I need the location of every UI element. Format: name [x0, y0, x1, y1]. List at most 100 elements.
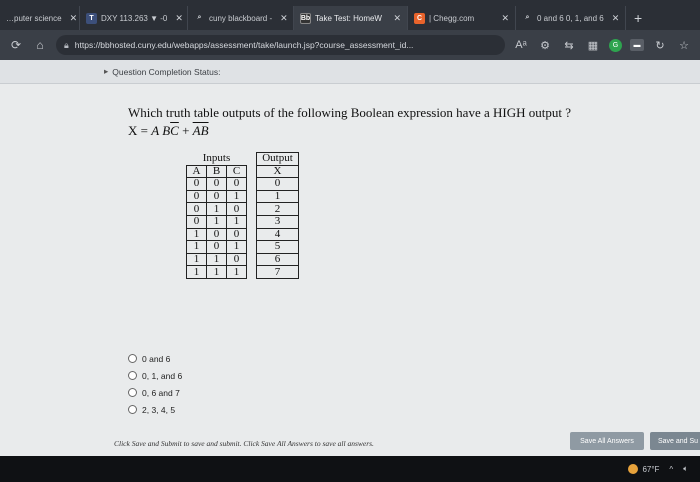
cell-c: 0 [226, 227, 247, 242]
tab-title: Take Test: HomeW [315, 13, 382, 23]
cell-b: 1 [206, 202, 227, 216]
cell-c: 1 [226, 265, 247, 279]
collections-icon[interactable]: ▦ [585, 39, 601, 52]
cell-x: 6 [256, 252, 299, 267]
temperature: 67°F [642, 464, 660, 474]
tab-title: | Chegg.com [429, 13, 475, 23]
favorites-icon[interactable]: ☆ [676, 39, 692, 52]
answer-options: 0 and 6 0, 1, and 6 0, 6 and 7 2, 3, 4, … [128, 350, 182, 418]
tab-search-answers[interactable]: ⌕ 0 and 6 0, 1, and 6 ✕ [516, 6, 626, 30]
radio-button[interactable] [128, 388, 137, 397]
cell-a: 0 [186, 177, 207, 191]
sun-icon [628, 464, 639, 474]
table-row: 1106 [186, 252, 299, 267]
translate-icon[interactable]: ⇆ [561, 39, 577, 52]
radio-button[interactable] [128, 354, 137, 363]
close-icon[interactable]: ✕ [66, 13, 78, 24]
radio-button[interactable] [128, 371, 137, 380]
cell-a: 0 [186, 202, 207, 216]
option-label: 0 and 6 [142, 353, 171, 364]
cell-x: 4 [256, 227, 299, 242]
cell-b: 0 [206, 177, 227, 191]
new-tab-icon[interactable]: + [626, 6, 650, 30]
cell-b: 1 [206, 252, 227, 267]
cell-a: 1 [186, 252, 207, 267]
table-row: 1004 [186, 227, 299, 242]
close-icon[interactable]: ✕ [389, 13, 401, 24]
cell-c: 1 [226, 189, 247, 204]
home-icon[interactable]: ⌂ [32, 38, 48, 52]
browser-toolbar: ⟳ ⌂ 🔒︎ https://bbhosted.cuny.edu/webapps… [0, 30, 700, 60]
option-3[interactable]: 2, 3, 4, 5 [128, 401, 182, 418]
col-header-a: A [186, 164, 207, 179]
expr-term-ab-bar: AB [192, 123, 209, 138]
status-label: Question Completion Status: [112, 66, 221, 77]
cell-b: 0 [206, 227, 227, 242]
cell-x: 1 [256, 189, 299, 204]
question-text: Which truth table outputs of the followi… [128, 105, 571, 120]
tab-take-test[interactable]: Bb Take Test: HomeW ✕ [294, 6, 408, 30]
inputs-header: Inputs [202, 152, 231, 165]
table-row: 1117 [186, 265, 299, 279]
cell-c: 0 [226, 202, 247, 216]
cell-a: 1 [186, 265, 207, 279]
grammarly-icon[interactable]: G [609, 38, 622, 52]
cell-b: 1 [206, 265, 227, 279]
cell-b: 1 [206, 214, 227, 229]
cell-x: 2 [256, 202, 299, 216]
cell-c: 0 [226, 252, 247, 267]
submit-instruction: Click Save and Submit to save and submit… [114, 439, 374, 448]
close-icon[interactable]: ✕ [276, 13, 288, 24]
extension-icon[interactable]: ⚙ [537, 39, 553, 52]
weather-widget[interactable]: 67°F [628, 464, 659, 474]
cell-c: 0 [226, 177, 247, 191]
close-icon[interactable]: ✕ [171, 13, 183, 24]
cell-a: 0 [186, 189, 207, 204]
table-row: 0000 [186, 177, 299, 191]
tab-chegg[interactable]: C | Chegg.com ✕ [408, 6, 516, 30]
save-and-submit-button[interactable]: Save and Su [650, 432, 700, 450]
question-completion-status[interactable]: ▸ Question Completion Status: [0, 60, 700, 84]
refresh-icon[interactable]: ⟳ [8, 38, 24, 52]
option-label: 2, 3, 4, 5 [142, 404, 176, 415]
table-row: 0102 [186, 202, 299, 216]
tradingview-icon: T [86, 12, 97, 24]
option-0[interactable]: 0 and 6 [128, 350, 182, 367]
col-header-x: X [256, 164, 299, 179]
browser-tab-strip: …puter science ✕ T DXY 113.263 ▼ -0 ✕ ⌕ … [0, 0, 700, 30]
option-1[interactable]: 0, 1, and 6 [128, 367, 182, 384]
close-icon[interactable]: ✕ [497, 13, 509, 24]
taskbar: 67°F ^ 🔈︎ [0, 456, 700, 482]
cell-a: 1 [186, 227, 207, 242]
chevron-up-icon[interactable]: ^ [669, 465, 673, 474]
tab-cuny-blackboard[interactable]: ⌕ cuny blackboard - ✕ [188, 6, 294, 30]
chegg-icon: C [414, 12, 425, 24]
truth-table: Inputs Output A B C X 0000 0011 0102 011… [186, 152, 299, 279]
calendar-icon[interactable]: ▬ [630, 39, 644, 51]
cell-x: 0 [256, 177, 299, 191]
table-row: 0011 [186, 189, 299, 204]
option-2[interactable]: 0, 6 and 7 [128, 384, 182, 401]
speaker-icon[interactable]: 🔈︎ [683, 464, 688, 474]
tab-computer-science[interactable]: …puter science ✕ [0, 6, 80, 30]
blackboard-icon: Bb [300, 12, 311, 24]
sync-icon[interactable]: ↻ [652, 39, 668, 52]
expr-term-c-bar: C [170, 123, 179, 138]
tab-title: …puter science [6, 13, 62, 23]
boolean-expression: X = A BC + AB [128, 123, 209, 138]
output-header: Output [256, 152, 299, 166]
read-aloud-icon[interactable]: Aᵃ [513, 39, 529, 51]
cell-b: 0 [206, 189, 227, 204]
tab-title: DXY 113.263 ▼ -0 [101, 13, 168, 23]
option-label: 0, 6 and 7 [142, 387, 180, 398]
lock-icon: 🔒︎ [64, 39, 69, 50]
cell-x: 3 [256, 214, 299, 229]
address-bar[interactable]: 🔒︎ https://bbhosted.cuny.edu/webapps/ass… [56, 35, 505, 55]
cell-c: 1 [226, 214, 247, 229]
table-row: 1015 [186, 240, 299, 254]
save-all-answers-button[interactable]: Save All Answers [570, 432, 644, 450]
radio-button[interactable] [128, 405, 137, 414]
expand-icon: ▸ [104, 66, 109, 76]
close-icon[interactable]: ✕ [608, 13, 620, 24]
tab-dxy[interactable]: T DXY 113.263 ▼ -0 ✕ [80, 6, 188, 30]
